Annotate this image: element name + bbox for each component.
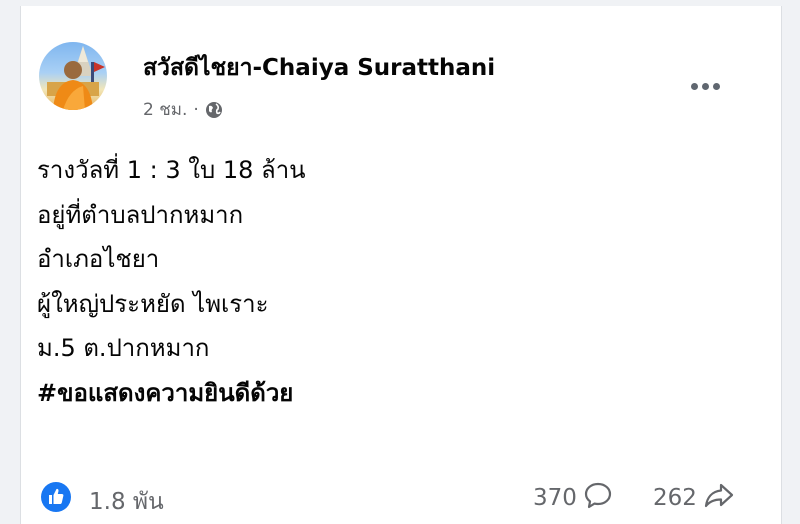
reaction-count[interactable]: 1.8 พัน	[89, 484, 164, 520]
comment-count: 370	[533, 485, 577, 511]
post-line: ผู้ใหญ่ประหยัด ไพเราะ	[37, 289, 269, 318]
share-icon	[703, 480, 735, 516]
post-line: อำเภอไชยา	[37, 245, 160, 273]
share-count-button[interactable]: 262	[653, 482, 735, 514]
post-line: ม.5 ต.ปากหมาก	[37, 334, 210, 362]
post-body: รางวัลที่ 1 : 3 ใบ 18 ล้าน อยู่ที่ตำบลปา…	[37, 148, 306, 415]
post-timestamp[interactable]: 2 ชม.	[143, 96, 187, 123]
hashtag-link[interactable]: #ขอแสดงความยินดีด้วย	[37, 371, 306, 416]
share-count: 262	[653, 485, 697, 511]
page-avatar[interactable]	[39, 42, 107, 110]
more-dot	[690, 82, 698, 90]
post-meta: 2 ชม. ·	[143, 96, 223, 123]
like-icon[interactable]	[41, 482, 71, 512]
avatar-image	[47, 46, 105, 110]
page-name-link[interactable]: สวัสดีไชยา-Chaiya Suratthani	[143, 50, 495, 86]
more-dot	[712, 82, 720, 90]
feed-background-left	[0, 0, 20, 524]
post-line: อยู่ที่ตำบลปากหมาก	[37, 200, 244, 229]
more-options-icon[interactable]	[685, 72, 725, 100]
comment-icon	[583, 480, 613, 516]
meta-separator: ·	[193, 99, 199, 120]
post-card: สวัสดีไชยา-Chaiya Suratthani 2 ชม. · ราง…	[20, 6, 782, 524]
post-line: รางวัลที่ 1 : 3 ใบ 18 ล้าน	[37, 156, 306, 184]
more-dot	[701, 82, 709, 90]
post-footer: 1.8 พัน 370 262	[37, 476, 767, 520]
globe-icon[interactable]	[205, 101, 223, 119]
feed-background-right	[782, 0, 800, 524]
comment-count-button[interactable]: 370	[533, 482, 613, 514]
